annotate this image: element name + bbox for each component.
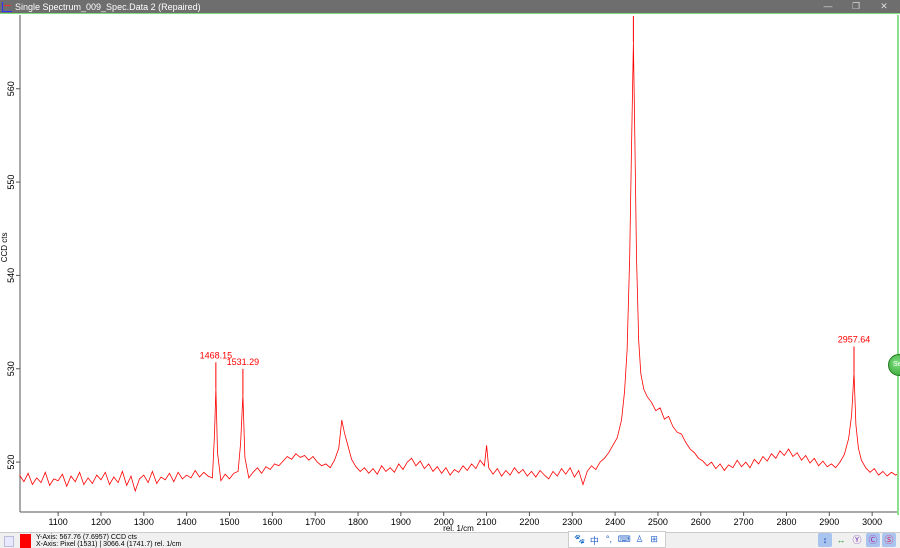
x-tick-label: 1900 — [391, 517, 411, 527]
ime-toolbar: 🐾 中 °, ⌨ ♙ ⊞ — [568, 531, 666, 548]
title-bar: Single Spectrum_009_Spec.Data 2 (Repaire… — [0, 0, 900, 14]
ime-punctuation-icon[interactable]: °, — [603, 534, 615, 545]
x-tick-label: 1200 — [91, 517, 111, 527]
panel-splitter[interactable] — [897, 15, 899, 515]
ime-chinese-mode-icon[interactable]: 中 — [589, 534, 601, 546]
x-tick-label: 2900 — [819, 517, 839, 527]
x-tick-label: 2300 — [562, 517, 582, 527]
window-title: Single Spectrum_009_Spec.Data 2 (Repaire… — [15, 2, 201, 12]
ime-grid-icon[interactable]: ⊞ — [648, 534, 660, 545]
y-tick-label: 550 — [6, 175, 16, 190]
ime-paw-icon[interactable]: 🐾 — [574, 534, 586, 545]
x-tick-label: 1300 — [134, 517, 154, 527]
x-axis-readout: X-Axis: Pixel (1531) | 3066.4 (1741.7) r… — [36, 541, 182, 548]
c-icon[interactable]: Ⓒ — [866, 533, 880, 547]
x-tick-label: 1100 — [48, 517, 67, 527]
y-tick-label: 530 — [6, 361, 16, 376]
x-tick-label: 2100 — [477, 517, 497, 527]
x-tick-label: 1600 — [262, 517, 282, 527]
chart-tools: ↕ ↔ Ⓨ Ⓒ Ⓢ — [818, 533, 896, 547]
y-autoscale-icon[interactable]: Ⓨ — [850, 533, 864, 547]
y-axis-readout: Y-Axis: 567.76 (7.6957) CCD cts — [36, 534, 137, 541]
spectrum-line[interactable] — [19, 42, 899, 493]
status-bar: Y-Axis: 567.76 (7.6957) CCD cts X-Axis: … — [0, 532, 900, 548]
minimize-button[interactable]: — — [818, 0, 838, 14]
ime-user-icon[interactable]: ♙ — [634, 534, 646, 545]
restore-button[interactable]: ❐ — [846, 0, 866, 14]
x-tick-label: 2800 — [776, 517, 796, 527]
x-tick-label: 2600 — [691, 517, 711, 527]
peak-label: 1531.29 — [227, 357, 260, 367]
data-icon[interactable] — [4, 536, 14, 547]
x-tick-label: 2200 — [519, 517, 539, 527]
y-tick-label: 540 — [6, 268, 16, 283]
horizontal-scale-icon[interactable]: ↔ — [834, 533, 848, 547]
x-tick-label: 1700 — [305, 517, 325, 527]
app-icon — [2, 2, 12, 12]
vertical-scale-icon[interactable]: ↕ — [818, 533, 832, 547]
close-button[interactable]: ✕ — [874, 0, 894, 14]
spectrum-chart[interactable]: 1100 1200 1300 1400 1500 1600 1700 1800 1900 2000… — [0, 15, 900, 532]
peak-label: 2957.64 — [838, 334, 871, 344]
x-axis-label: rel. 1/cm — [443, 524, 474, 532]
series-color-swatch[interactable] — [20, 534, 31, 548]
x-tick-label: 2500 — [648, 517, 668, 527]
x-tick-label: 1500 — [219, 517, 239, 527]
x-tick-label: 3000 — [862, 517, 882, 527]
y-tick-label: 560 — [6, 81, 16, 96]
x-tick-label: 2400 — [605, 517, 625, 527]
y-axis-label: CCD cts — [0, 233, 9, 263]
ime-keyboard-icon[interactable]: ⌨ — [618, 534, 631, 545]
s-icon[interactable]: Ⓢ — [882, 533, 896, 547]
x-tick-label: 1800 — [348, 517, 368, 527]
x-tick-label: 2700 — [734, 517, 754, 527]
y-tick-label: 520 — [6, 455, 16, 470]
x-tick-label: 1400 — [177, 517, 197, 527]
